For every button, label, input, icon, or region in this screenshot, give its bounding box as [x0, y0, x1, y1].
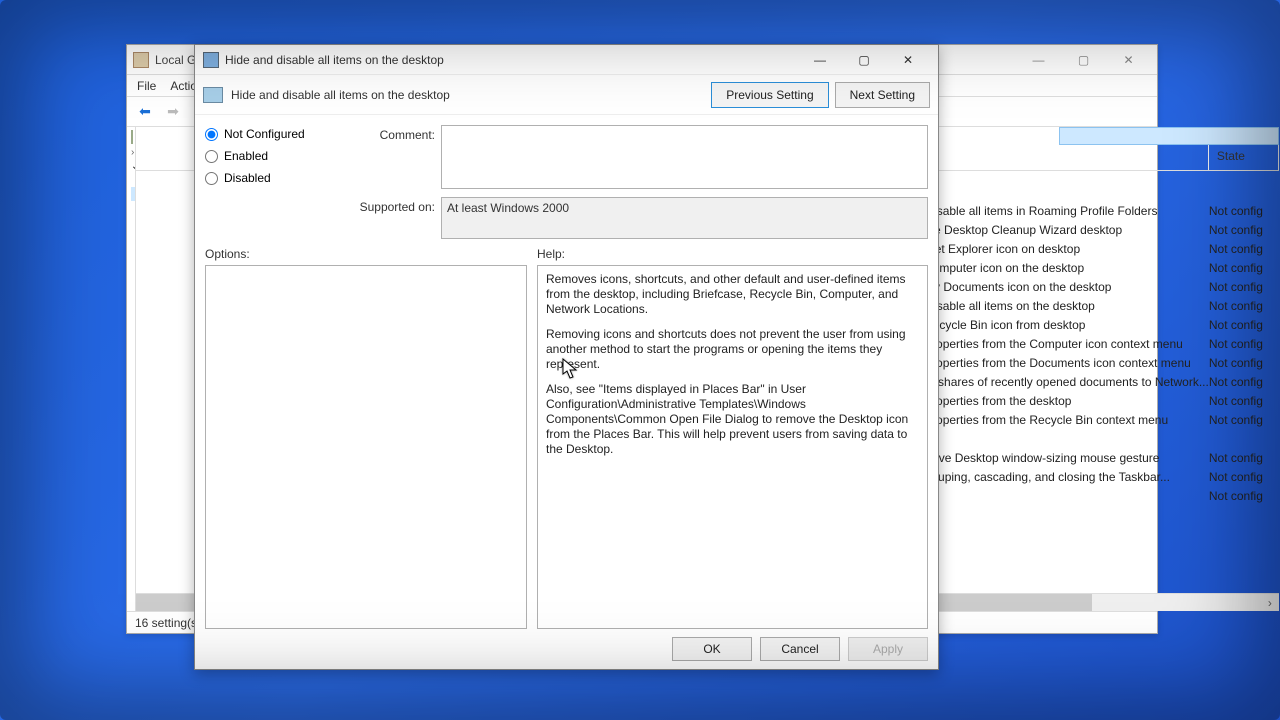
radio-not-configured[interactable]: Not Configured: [205, 127, 335, 141]
radio-not-configured-input[interactable]: [205, 128, 218, 141]
cancel-button[interactable]: Cancel: [760, 637, 840, 661]
maximize-button[interactable]: ▢: [842, 46, 886, 74]
list-selection-highlight: [1059, 127, 1279, 145]
dialog-buttons: OK Cancel Apply: [195, 629, 938, 669]
dialog-header-label: Hide and disable all items on the deskto…: [231, 88, 705, 102]
tree-panel: Local Computer Policy › Computer Configu…: [127, 127, 135, 611]
radio-enabled-input[interactable]: [205, 150, 218, 163]
supported-on-box: At least Windows 2000: [441, 197, 928, 239]
menu-file[interactable]: File: [137, 79, 156, 93]
policy-icon: [131, 130, 133, 144]
radio-disabled[interactable]: Disabled: [205, 171, 335, 185]
back-maximize-button[interactable]: ▢: [1061, 46, 1106, 74]
apply-button: Apply: [848, 637, 928, 661]
help-box: Removes icons, shortcuts, and other defa…: [537, 265, 928, 629]
help-text: Also, see "Items displayed in Places Bar…: [546, 382, 919, 457]
dialog-titlebar[interactable]: Hide and disable all items on the deskto…: [195, 45, 938, 75]
state-radios: Not Configured Enabled Disabled: [205, 125, 335, 239]
close-button[interactable]: ✕: [886, 46, 930, 74]
ok-button[interactable]: OK: [672, 637, 752, 661]
back-minimize-button[interactable]: —: [1016, 46, 1061, 74]
comment-label: Comment:: [345, 125, 435, 142]
col-state[interactable]: State: [1209, 145, 1279, 170]
dialog-header: Hide and disable all items on the deskto…: [195, 75, 938, 115]
help-label: Help:: [537, 247, 928, 261]
dialog-icon: [203, 52, 219, 68]
gpedit-icon: [133, 52, 149, 68]
radio-disabled-input[interactable]: [205, 172, 218, 185]
supported-label: Supported on:: [345, 197, 435, 214]
help-text: Removing icons and shortcuts does not pr…: [546, 327, 919, 372]
status-text: 16 setting(s): [135, 616, 201, 630]
comment-input[interactable]: [441, 125, 928, 189]
next-setting-button[interactable]: Next Setting: [835, 82, 930, 108]
previous-setting-button[interactable]: Previous Setting: [711, 82, 828, 108]
help-text: Removes icons, shortcuts, and other defa…: [546, 272, 919, 317]
radio-enabled[interactable]: Enabled: [205, 149, 335, 163]
scroll-right-icon[interactable]: ›: [1261, 594, 1279, 611]
options-box: [205, 265, 527, 629]
policy-setting-dialog: Hide and disable all items on the deskto…: [194, 44, 939, 670]
minimize-button[interactable]: —: [798, 46, 842, 74]
nav-forward-icon[interactable]: ➡: [161, 100, 185, 124]
dialog-title: Hide and disable all items on the deskto…: [225, 53, 798, 67]
nav-back-icon[interactable]: ⬅: [133, 100, 157, 124]
back-close-button[interactable]: ✕: [1106, 46, 1151, 74]
chevron-right-icon: ›: [131, 147, 134, 158]
policy-icon: [203, 87, 223, 103]
options-label: Options:: [205, 247, 527, 261]
